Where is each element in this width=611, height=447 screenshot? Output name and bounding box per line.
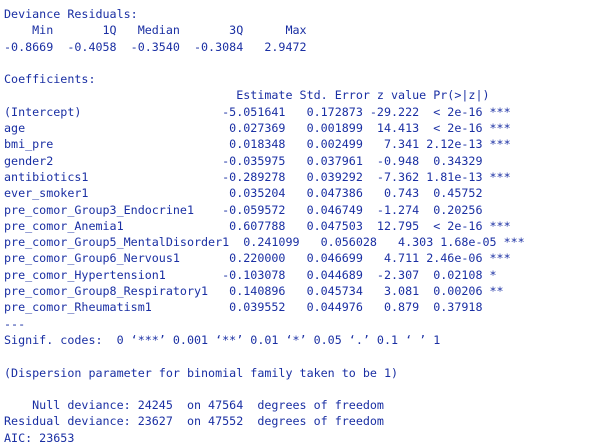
residual-deviance-line: Residual deviance: 23627 on 47552 degree…: [4, 414, 384, 429]
blank-line: [4, 381, 607, 397]
residuals-quantile-values: -0.8669 -0.4058 -0.3540 -0.3084 2.9472: [4, 39, 307, 54]
coefficient-row-respiratory1: pre_comor_Group8_Respiratory1 0.140896 0…: [4, 284, 504, 299]
coefficient-row-bmi-pre: bmi_pre 0.018348 0.002499 7.341 2.12e-13…: [4, 137, 511, 152]
console-output: Deviance Residuals: Min 1Q Median 3Q Max…: [4, 6, 607, 444]
coefficient-row-endocrine1: pre_comor_Group3_Endocrine1 -0.059572 0.…: [4, 202, 483, 217]
coefficient-row-rheumatism1: pre_comor_Rheumatism1 0.039552 0.044976 …: [4, 300, 483, 315]
coefficients-column-header: Estimate Std. Error z value Pr(>|z|): [4, 88, 490, 103]
blank-line: [4, 55, 607, 71]
aic-line: AIC: 23653: [4, 430, 75, 444]
coefficient-row-nervous1: pre_comor_Group6_Nervous1 0.220000 0.046…: [4, 251, 511, 266]
residuals-quantile-header: Min 1Q Median 3Q Max: [4, 23, 307, 38]
null-deviance-line: Null deviance: 24245 on 47564 degrees of…: [4, 398, 384, 413]
coefficient-row-age: age 0.027369 0.001899 14.413 < 2e-16 ***: [4, 121, 511, 136]
coefficient-row-anemia1: pre_comor_Anemia1 0.607788 0.047503 12.7…: [4, 218, 511, 233]
signif-codes-legend: Signif. codes: 0 ‘***’ 0.001 ‘**’ 0.01 ‘…: [4, 332, 441, 347]
coefficient-row-mental-disorder1: pre_comor_Group5_MentalDisorder1 0.24109…: [4, 235, 525, 250]
coefficient-row-intercept: (Intercept) -5.051641 0.172873 -29.222 <…: [4, 104, 511, 119]
coefficient-row-hypertension1: pre_comor_Hypertension1 -0.103078 0.0446…: [4, 267, 497, 282]
deviance-residuals-heading: Deviance Residuals:: [4, 7, 138, 21]
coefficients-heading: Coefficients:: [4, 72, 96, 87]
blank-line: [4, 348, 607, 364]
coefficient-row-antibiotics1: antibiotics1 -0.289278 0.039292 -7.362 1…: [4, 169, 511, 184]
separator-line: ---: [4, 316, 26, 331]
coefficient-row-ever-smoker1: ever_smoker1 0.035204 0.047386 0.743 0.4…: [4, 186, 483, 201]
dispersion-note: (Dispersion parameter for binomial famil…: [4, 365, 399, 380]
coefficient-row-gender2: gender2 -0.035975 0.037961 -0.948 0.3432…: [4, 153, 483, 168]
